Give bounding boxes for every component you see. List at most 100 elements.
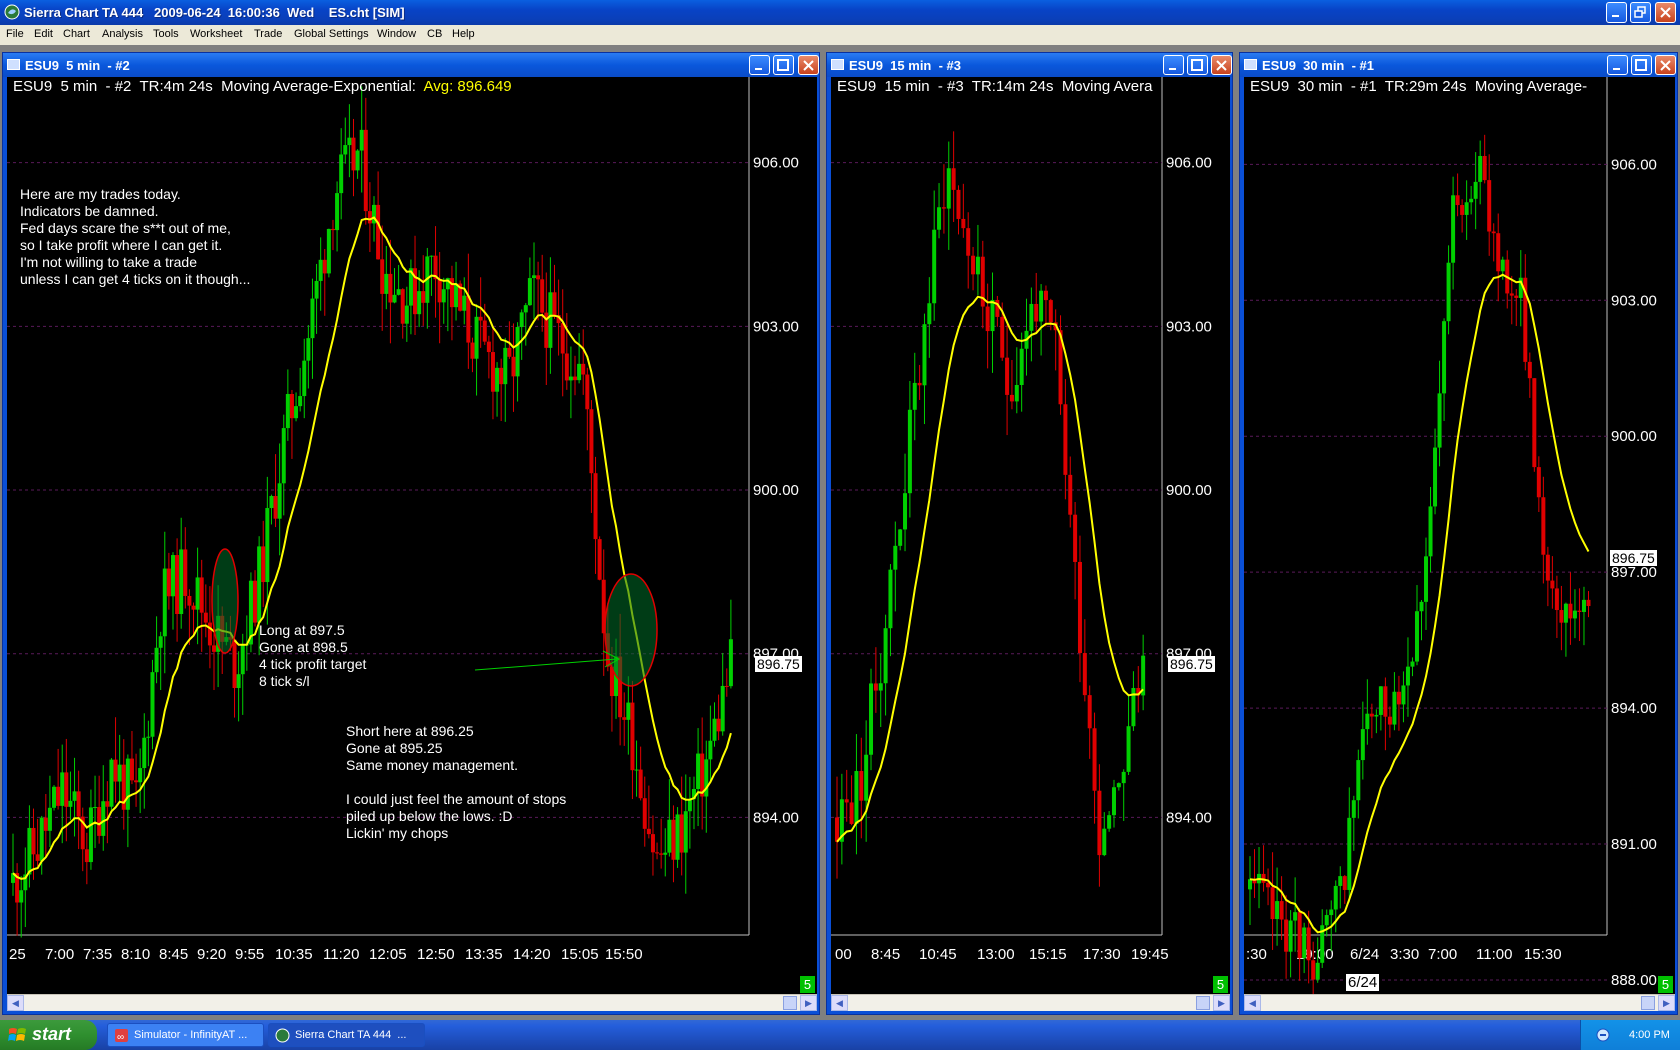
chart-plot-area[interactable]: 906.00 903.00 900.00 897.00 894.00 891.00 888.… (1244, 77, 1675, 994)
candle-body (1536, 467, 1541, 498)
candle-body (1288, 920, 1293, 952)
chart-window-15min[interactable]: ESU9 15 min - #3 906.00 903.00 900.00 897.0… (826, 52, 1233, 1015)
candle-body (1315, 962, 1320, 980)
scroll-thumb[interactable] (1196, 996, 1210, 1010)
candle-body (179, 549, 184, 615)
last-price-tag: 896.75 (1610, 550, 1657, 566)
candle-body (72, 791, 77, 801)
chart-plot-area[interactable]: 906.00 903.00 900.00 897.00 894.00 00 8:45 10:4… (831, 77, 1230, 994)
candle-body (117, 764, 122, 782)
menu-analysis[interactable]: Analysis (102, 28, 143, 40)
candle-body (878, 683, 883, 691)
menu-global-settings[interactable]: Global Settings (294, 28, 369, 40)
candle-body (429, 255, 434, 257)
candle-body (1401, 685, 1406, 705)
chart-maximize-button[interactable] (1187, 55, 1208, 75)
menu-help[interactable]: Help (452, 28, 475, 40)
menu-chart[interactable]: Chart (63, 28, 90, 40)
scroll-left-arrow-icon[interactable]: ◀ (1244, 995, 1261, 1011)
chart-minimize-button[interactable] (749, 55, 770, 75)
chart-close-button[interactable] (1655, 55, 1676, 75)
x-tick-label: 17:30 (1083, 946, 1121, 963)
menu-tools[interactable]: Tools (153, 28, 179, 40)
candle-body (31, 827, 36, 855)
candle-body (941, 207, 946, 209)
app-title-bar[interactable]: Sierra Chart TA 444 2009-06-24 16:00:36 … (0, 0, 1680, 25)
scroll-thumb[interactable] (1641, 996, 1655, 1010)
chart-header: ESU9 15 min - #3 TR:14m 24s Moving Avera (837, 78, 1153, 95)
candle-body (696, 753, 701, 790)
close-button[interactable] (1655, 2, 1676, 23)
price-chart-15min[interactable]: 906.00903.00900.00897.00894.0000 8:45 10:4… (831, 77, 1230, 994)
candle-body (966, 228, 971, 256)
candle-body (376, 204, 381, 260)
taskbar-item-simulator[interactable]: ∞ Simulator - InfinityAT ... (107, 1023, 264, 1047)
candle-body (1527, 361, 1532, 379)
candle-body (1270, 887, 1275, 920)
chart-maximize-button[interactable] (1631, 55, 1652, 75)
candle-body (306, 338, 311, 361)
chart-close-button[interactable] (1211, 55, 1232, 75)
chart-minimize-button[interactable] (1607, 55, 1628, 75)
candle-body (679, 814, 684, 853)
scroll-right-arrow-icon[interactable]: ▶ (1213, 995, 1230, 1011)
x-tick-label: :30 (1246, 946, 1267, 963)
candle-body (1126, 726, 1131, 772)
menu-edit[interactable]: Edit (34, 28, 53, 40)
start-button[interactable]: start (0, 1020, 97, 1050)
candle-body (577, 363, 582, 381)
horizontal-scrollbar[interactable]: ◀ ▶ (7, 994, 817, 1011)
scroll-right-arrow-icon[interactable]: ▶ (1658, 995, 1675, 1011)
network-status-icon[interactable] (1595, 1027, 1611, 1043)
chart-window-30min[interactable]: ESU9 30 min - #1 906.00 903.00 900.00 897.0… (1239, 52, 1678, 1015)
candle-body (1107, 815, 1112, 829)
horizontal-scrollbar[interactable]: ◀ ▶ (1244, 994, 1675, 1011)
y-tick-label: 900.00 (1611, 428, 1657, 445)
candle-body (971, 255, 976, 275)
candle-body (531, 275, 536, 279)
annotation-arrow (474, 658, 618, 671)
candle-body (1073, 514, 1078, 562)
chart-maximize-button[interactable] (773, 55, 794, 75)
candle-body (728, 639, 733, 687)
candle-body (326, 228, 331, 274)
menu-cb[interactable]: CB (427, 28, 442, 40)
chart-close-button[interactable] (798, 55, 819, 75)
menu-trade[interactable]: Trade (254, 28, 282, 40)
candle-body (716, 718, 721, 732)
scroll-left-arrow-icon[interactable]: ◀ (7, 995, 24, 1011)
candle-body (154, 647, 159, 673)
menu-worksheet[interactable]: Worksheet (190, 28, 242, 40)
candle-body (646, 828, 651, 835)
candle-body (844, 799, 849, 803)
scroll-thumb[interactable] (783, 996, 797, 1010)
candle-body (593, 473, 598, 540)
candle-body (486, 341, 491, 353)
chart-minimize-button[interactable] (1163, 55, 1184, 75)
bar-period-badge[interactable]: 5 (1213, 976, 1228, 993)
chart-window-title-bar[interactable]: ESU9 15 min - #3 (827, 53, 1232, 77)
chart-window-title-bar[interactable]: ESU9 30 min - #1 (1240, 53, 1677, 77)
bar-period-badge[interactable]: 5 (1658, 976, 1673, 993)
candle-body (1392, 691, 1397, 725)
menu-file[interactable]: File (6, 28, 24, 40)
clock[interactable]: 4:00 PM (1629, 1029, 1670, 1041)
price-chart-30min[interactable]: 906.00 903.00 900.00 897.00 894.00 891.00 888.… (1244, 77, 1675, 994)
candle-body (441, 289, 446, 303)
taskbar-item-sierra-chart[interactable]: Sierra Chart TA 444 ... (268, 1023, 425, 1047)
restore-button[interactable] (1630, 2, 1651, 23)
menu-window[interactable]: Window (377, 28, 416, 40)
candle-body (27, 827, 32, 875)
horizontal-scrollbar[interactable]: ◀ ▶ (831, 994, 1230, 1011)
scroll-left-arrow-icon[interactable]: ◀ (831, 995, 848, 1011)
candle-body (1000, 316, 1005, 358)
bar-period-badge[interactable]: 5 (800, 976, 815, 993)
x-tick-label: 15:30 (1524, 946, 1562, 963)
close-icon (803, 60, 814, 71)
chart-window-title-bar[interactable]: ESU9 5 min - #2 (3, 53, 819, 77)
scroll-right-arrow-icon[interactable]: ▶ (800, 995, 817, 1011)
chart-plot-area[interactable]: 906.00 903.00 900.00 897.00 894.00 25 7:00 7:35… (7, 77, 817, 994)
annotation-main: Here are my trades today. Indicators be … (20, 186, 251, 287)
minimize-button[interactable] (1606, 2, 1627, 23)
chart-window-5min[interactable]: ESU9 5 min - #2 906.00 903.00 900.00 897.00… (2, 52, 820, 1015)
